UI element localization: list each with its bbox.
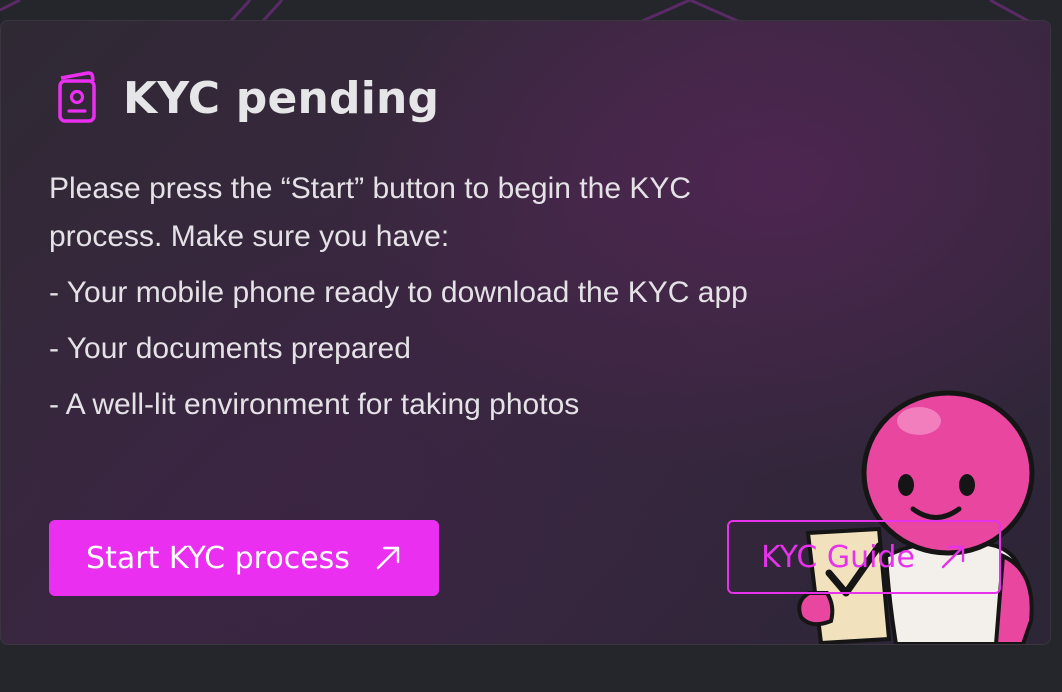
start-kyc-button[interactable]: Start KYC process: [49, 520, 439, 596]
requirement-item: - Your mobile phone ready to download th…: [49, 276, 748, 309]
passport-icon: [53, 71, 99, 125]
requirement-item: - Your documents prepared: [49, 332, 411, 365]
kyc-instructions: Please press the “Start” button to begin…: [49, 165, 769, 437]
requirement-item: - A well-lit environment for taking phot…: [49, 388, 580, 421]
intro-text: Please press the “Start” button to begin…: [49, 172, 692, 253]
mascot-illustration: [797, 390, 1035, 644]
kyc-guide-label: KYC Guide: [761, 539, 915, 575]
arrow-up-right-icon: [376, 546, 400, 570]
start-kyc-label: Start KYC process: [86, 540, 350, 576]
kyc-guide-button[interactable]: KYC Guide: [727, 520, 1001, 594]
kyc-card: KYC pending Please press the “Start” but…: [0, 20, 1051, 645]
card-title: KYC pending: [123, 72, 440, 124]
card-header: KYC pending: [53, 71, 439, 125]
arrow-up-right-icon: [941, 545, 965, 569]
